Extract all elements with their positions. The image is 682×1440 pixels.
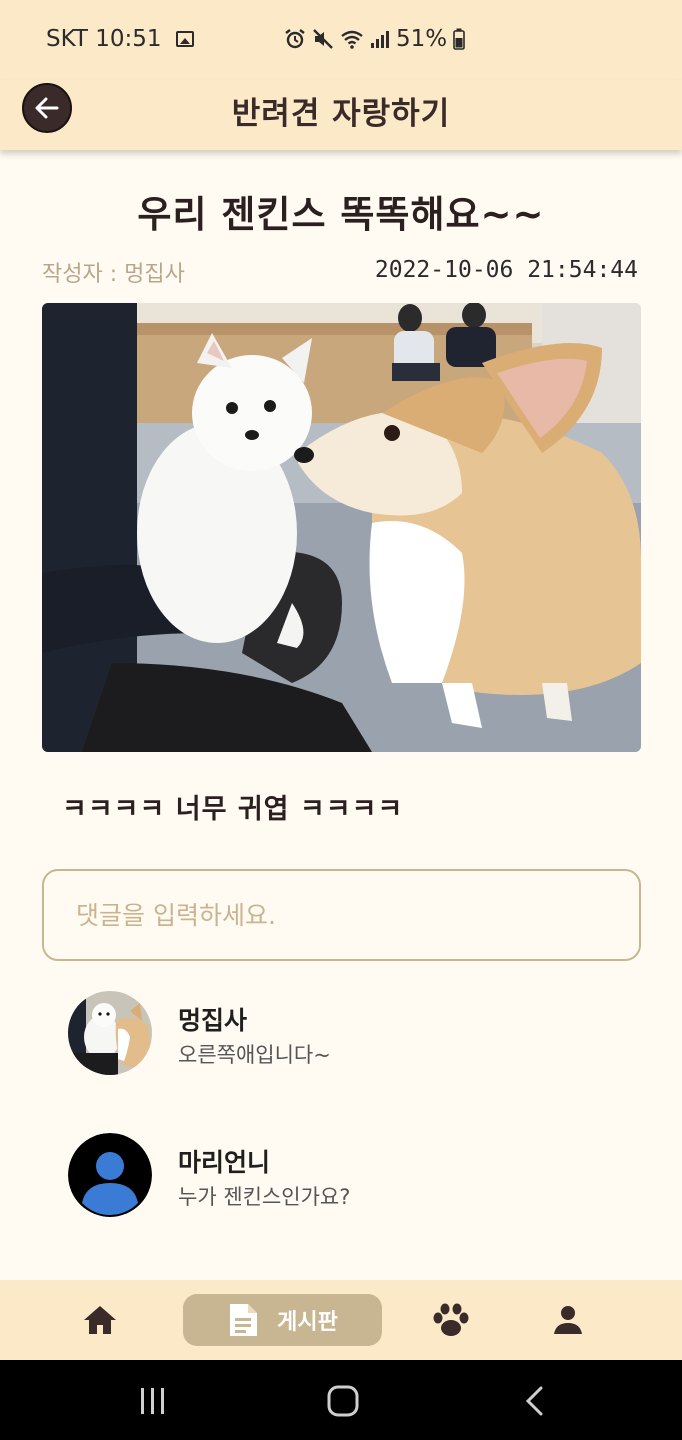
system-nav-bar: [0, 1360, 682, 1440]
comment-item: 마리언니 누가 젠킨스인가요?: [68, 1133, 628, 1217]
comment-text: 누가 젠킨스인가요?: [178, 1185, 351, 1209]
post-photo: [42, 303, 641, 752]
page-title: 반려견 자랑하기: [231, 96, 451, 132]
post-author: 작성자 : 멍집사: [42, 262, 185, 287]
comment-text: 오른쪽애입니다~: [178, 1043, 331, 1067]
signal-icon: [371, 31, 389, 48]
back-nav-icon[interactable]: [520, 1384, 550, 1418]
status-bar: SKT 10:51 51%: [0, 0, 682, 80]
post-body: ㅋㅋㅋㅋ 너무 귀엽 ㅋㅋㅋㅋ: [62, 794, 404, 825]
status-left: SKT 10:51: [46, 26, 194, 52]
comment-author: 마리언니: [178, 1148, 271, 1177]
screen: SKT 10:51 51% 반려견 자랑하기 우리 젠킨스 똑똑해요~~ 작성자…: [0, 0, 682, 1440]
home-button-icon[interactable]: [326, 1384, 360, 1418]
comment-author: 멍집사: [178, 1006, 248, 1035]
nav-profile[interactable]: [538, 1294, 598, 1346]
comment-input[interactable]: [44, 871, 639, 959]
home-icon: [84, 1306, 116, 1334]
recent-apps-icon[interactable]: [138, 1386, 168, 1416]
app-bar: 반려견 자랑하기: [0, 80, 682, 150]
person-icon: [554, 1306, 582, 1334]
avatar[interactable]: [68, 1133, 152, 1217]
dogs-photo-illustration: [42, 303, 641, 752]
battery-icon: [453, 28, 465, 50]
status-right: 51%: [284, 26, 465, 52]
carrier-time: SKT 10:51: [46, 26, 162, 52]
nav-board-label: 게시판: [277, 1310, 338, 1335]
bottom-nav: 게시판: [0, 1280, 682, 1360]
document-icon: [230, 1304, 258, 1336]
avatar[interactable]: [68, 991, 152, 1075]
wifi-icon: [341, 30, 363, 49]
nav-board[interactable]: 게시판: [183, 1294, 382, 1346]
battery-percent: 51%: [396, 26, 448, 52]
comment-item: 멍집사 오른쪽애입니다~: [68, 991, 628, 1075]
post-datetime: 2022-10-06 21:54:44: [374, 257, 638, 283]
dogs-avatar-image: [68, 991, 152, 1075]
nav-pets[interactable]: [421, 1294, 481, 1346]
mute-icon: [313, 29, 333, 49]
default-avatar-icon: [68, 1133, 152, 1217]
comment-input-container: [42, 869, 641, 961]
image-notification-icon: [175, 31, 194, 47]
alarm-icon: [285, 29, 305, 49]
post-title: 우리 젠킨스 똑똑해요~~: [137, 193, 545, 236]
paw-icon: [433, 1303, 469, 1336]
nav-home[interactable]: [70, 1294, 130, 1346]
